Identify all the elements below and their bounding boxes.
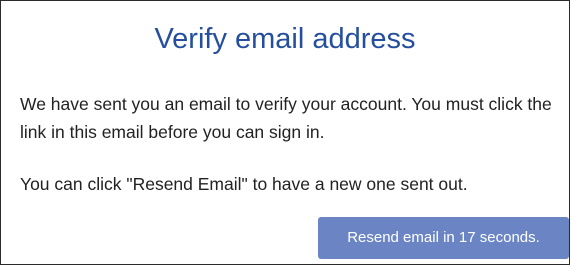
resend-hint: You can click "Resend Email" to have a n…: [20, 174, 468, 194]
verification-message: We have sent you an email to verify your…: [20, 94, 552, 142]
resend-email-button[interactable]: Resend email in 17 seconds.: [318, 217, 569, 259]
verify-email-card: Verify email address We have sent you an…: [0, 0, 570, 265]
page-title: Verify email address: [154, 23, 416, 55]
